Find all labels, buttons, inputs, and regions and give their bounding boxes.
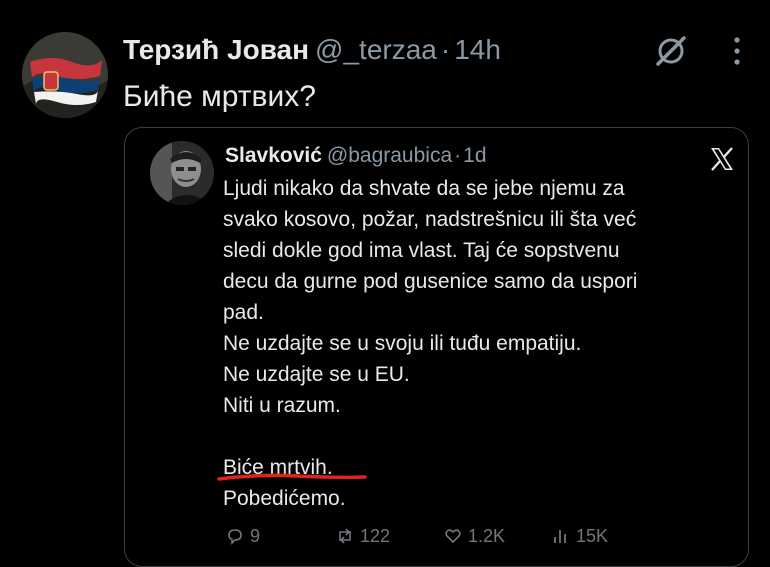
like-button[interactable]: 1.2K	[444, 526, 505, 547]
quoted-tweet-text: Ljudi nikako da shvate da se jebe njemu …	[217, 173, 743, 514]
quoted-text-line: sledi dokle god ima vlast. Taj će sopstv…	[223, 239, 620, 262]
reply-button[interactable]: 9	[226, 526, 260, 547]
reply-icon	[228, 529, 242, 545]
quoted-tweet-time[interactable]: 1d	[463, 144, 486, 167]
x-logo-icon	[711, 147, 733, 171]
author-name[interactable]: Терзић Јован	[123, 34, 309, 65]
quoted-text-line: pad.	[223, 301, 264, 324]
quoted-text-line: Niti u razum.	[223, 394, 341, 417]
quoted-avatar-image	[150, 141, 214, 205]
underlined-text: Biće mrtvih.	[217, 452, 367, 483]
quoted-text-line: Ne uzdajte se u EU.	[223, 363, 410, 386]
quoted-author-avatar[interactable]	[150, 141, 214, 205]
reply-count: 9	[250, 526, 261, 546]
underlined-line-wrapper: Biće mrtvih.	[217, 452, 743, 483]
heart-icon	[445, 529, 461, 544]
tweet-time[interactable]: 14h	[454, 34, 501, 65]
header-separator: ·	[440, 34, 451, 65]
quoted-author-name[interactable]: Slavković	[225, 144, 322, 167]
red-marker-underline	[217, 473, 367, 481]
views-icon	[554, 530, 566, 543]
quoted-text-line: svako kosovo, požar, nadstrešnicu ili št…	[223, 208, 637, 231]
quoted-author-handle[interactable]: @bagraubica	[327, 144, 452, 167]
tweet-header: Терзић Јован @_terzaa · 14h	[123, 32, 501, 68]
quoted-tweet-card[interactable]: Slavković @bagraubica·1d Ljudi nikako da …	[124, 127, 749, 567]
quoted-tweet-header: Slavković @bagraubica·1d	[225, 143, 487, 169]
quoted-text-last-line: Pobedićemo.	[223, 487, 346, 510]
serbian-flag-avatar-image	[22, 32, 108, 118]
views-button[interactable]: 15K	[552, 526, 608, 547]
repost-button[interactable]: 122	[336, 526, 390, 547]
repost-count: 122	[360, 526, 391, 546]
author-avatar[interactable]	[22, 32, 108, 118]
quoted-text-line: decu da gurne pod gusenice samo da uspor…	[223, 270, 638, 293]
like-count: 1.2K	[468, 526, 506, 546]
grok-icon[interactable]	[654, 34, 688, 68]
quoted-text-line: Ljudi nikako da shvate da se jebe njemu …	[223, 177, 625, 200]
views-count: 15K	[576, 526, 609, 546]
tweet-text: Биће мртвих?	[123, 80, 316, 113]
more-icon[interactable]	[724, 34, 750, 68]
action-bar: 9 122 1.2K 15K	[226, 526, 646, 556]
quoted-header-separator: ·	[454, 144, 462, 167]
quoted-text-line: Ne uzdajte se u svoju ili tuđu empatiju.	[223, 332, 582, 355]
repost-icon	[339, 528, 351, 544]
author-handle[interactable]: @_terzaa	[315, 34, 437, 65]
